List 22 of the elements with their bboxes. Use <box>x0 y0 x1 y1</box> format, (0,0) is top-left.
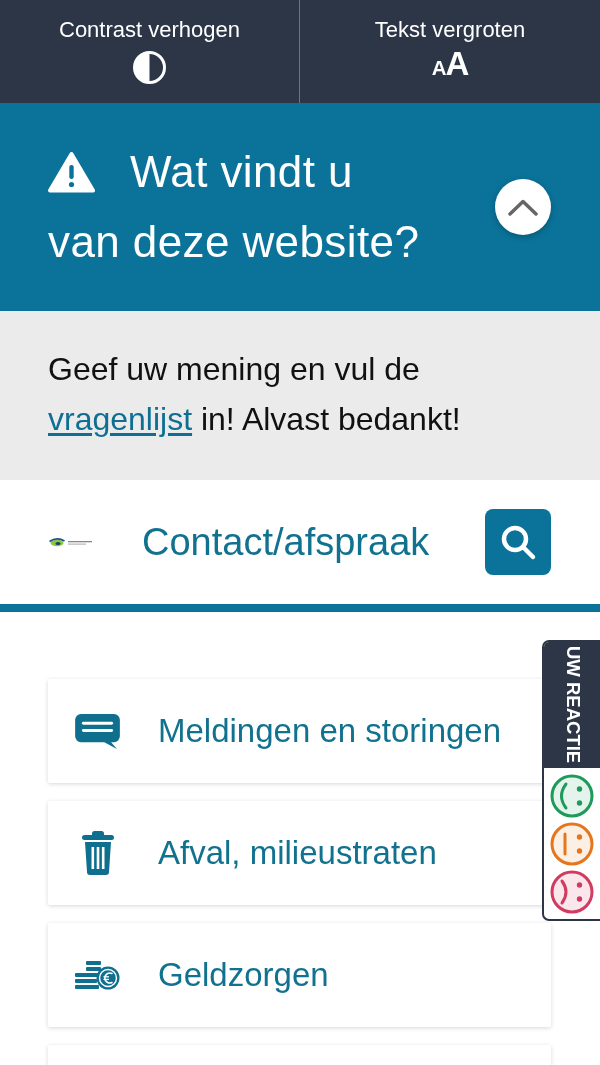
logo[interactable] <box>48 536 93 548</box>
feedback-label[interactable]: UW REACTIE <box>544 642 600 768</box>
trash-can-icon <box>81 831 114 875</box>
text-size-button[interactable]: Tekst vergroten AA <box>300 0 600 103</box>
coins-icon <box>75 960 120 990</box>
menu-card[interactable]: Geldzorgen <box>48 923 551 1027</box>
questionnaire-link[interactable]: vragenlijst <box>48 401 193 437</box>
survey-text: Geef uw mening en vul de vragenlijst in! Alvast bedankt! <box>48 350 462 439</box>
search-icon <box>499 523 537 561</box>
chat-bubble-icon <box>75 713 120 749</box>
contact-link[interactable]: Contact/afspraak <box>142 520 430 564</box>
chevron-up-icon <box>507 197 539 217</box>
survey-title: Wat vindt u <box>130 146 353 198</box>
survey-title: van deze website? <box>48 216 420 268</box>
contrast-icon <box>133 51 166 84</box>
search-button[interactable] <box>485 509 551 575</box>
collapse-button[interactable] <box>495 179 551 235</box>
warning-icon <box>48 151 95 193</box>
neutral-face-icon[interactable] <box>550 822 594 866</box>
font-size-glyph: AA <box>431 49 469 83</box>
sad-face-icon[interactable] <box>550 870 594 914</box>
happy-face-icon[interactable] <box>550 774 594 818</box>
